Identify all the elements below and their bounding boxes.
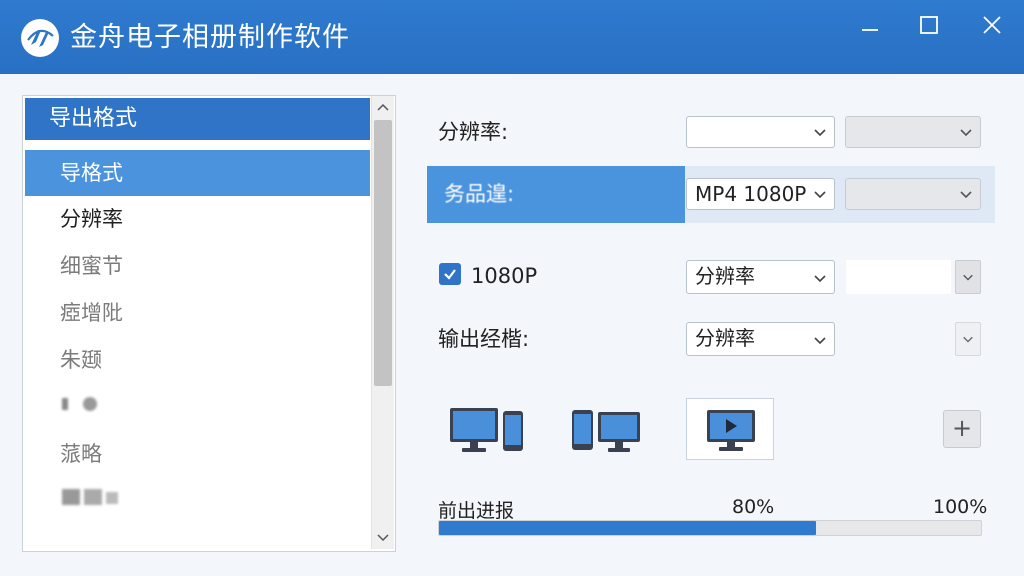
output-select[interactable]: 分辨率	[686, 322, 835, 356]
progress-end-label: 100%	[933, 496, 988, 518]
maximize-icon	[920, 16, 938, 34]
progress-mid-label: 80%	[732, 496, 775, 518]
scroll-down-button[interactable]	[372, 527, 394, 549]
list-header: 导出格式	[25, 98, 370, 140]
app-logo-icon	[21, 19, 59, 57]
list-item[interactable]	[25, 384, 370, 431]
format-list-panel: 导出格式 导格式 分辨率 细蜜节 瘂增阰 朱颋 蒎略	[22, 95, 396, 552]
progress-fill	[439, 521, 816, 535]
chevron-up-icon	[377, 103, 389, 111]
list-item[interactable]: 细蜜节	[25, 243, 370, 290]
hd-secondary-field[interactable]	[846, 260, 951, 294]
export-progress-bar	[438, 520, 982, 536]
chevron-down-icon	[814, 191, 826, 199]
progress-label: 前出进报	[438, 500, 515, 522]
minimize-button[interactable]	[850, 10, 890, 40]
list-item[interactable]: 蒎略	[25, 431, 370, 478]
app-window: 金舟电子相册制作软件 导出格式 导格式 分辨率 细蜜节 瘂增阰 朱颋 蒎略 分辨…	[0, 0, 1024, 576]
format-select[interactable]: MP4 1080P	[686, 178, 835, 210]
resolution-secondary-select[interactable]	[845, 116, 981, 148]
scroll-up-button[interactable]	[372, 96, 394, 118]
desktop-phone-icon[interactable]	[448, 405, 528, 455]
checkmark-icon	[444, 269, 456, 280]
blurred-glyph-icon	[62, 397, 97, 411]
chevron-down-icon	[814, 337, 826, 345]
chevron-down-icon	[960, 129, 972, 137]
format-select-value: MP4 1080P	[695, 182, 807, 206]
phone-monitor-icon[interactable]	[570, 405, 642, 455]
device-option-selected[interactable]	[686, 398, 774, 460]
resolution-label: 分辨率:	[438, 120, 509, 144]
chevron-down-icon	[814, 129, 826, 137]
format-row-label: 务品遑:	[427, 166, 685, 223]
format-list: 导格式 分辨率 细蜜节 瘂增阰 朱颋 蒎略	[25, 150, 370, 525]
minimize-icon	[862, 29, 878, 31]
format-secondary-select[interactable]	[845, 178, 981, 210]
output-select-value: 分辨率	[695, 326, 755, 350]
chevron-down-icon	[377, 534, 389, 542]
close-button[interactable]	[972, 10, 1012, 40]
list-item-export-format[interactable]: 导格式	[25, 150, 370, 196]
video-monitor-icon	[707, 410, 755, 451]
list-item[interactable]: 朱颋	[25, 337, 370, 384]
hd-select[interactable]: 分辨率	[686, 260, 835, 294]
close-icon	[983, 16, 1001, 34]
list-item-resolution[interactable]: 分辨率	[25, 196, 370, 243]
hd-checkbox[interactable]	[439, 263, 461, 285]
format-label-text: 务品遑:	[444, 182, 515, 206]
hd-secondary-dropdown[interactable]	[955, 260, 981, 294]
title-bar: 金舟电子相册制作软件	[0, 0, 1024, 74]
hd-select-value: 分辨率	[695, 264, 755, 288]
maximize-button[interactable]	[909, 10, 949, 40]
chevron-down-icon	[814, 275, 826, 283]
blurred-glyph-icon	[62, 489, 118, 505]
window-title: 金舟电子相册制作软件	[70, 22, 350, 53]
chevron-down-icon	[963, 274, 973, 281]
list-item[interactable]	[25, 478, 370, 525]
hd-label: 1080P	[471, 264, 538, 288]
resolution-select[interactable]	[686, 116, 835, 148]
list-item[interactable]: 瘂增阰	[25, 290, 370, 337]
chevron-down-icon	[960, 191, 972, 199]
chevron-down-icon	[963, 336, 973, 343]
add-device-button[interactable]: +	[943, 410, 981, 448]
scroll-thumb[interactable]	[374, 120, 392, 386]
list-scrollbar[interactable]	[371, 96, 394, 549]
output-secondary-dropdown[interactable]	[955, 322, 981, 356]
output-label: 输出经楷:	[438, 327, 530, 351]
